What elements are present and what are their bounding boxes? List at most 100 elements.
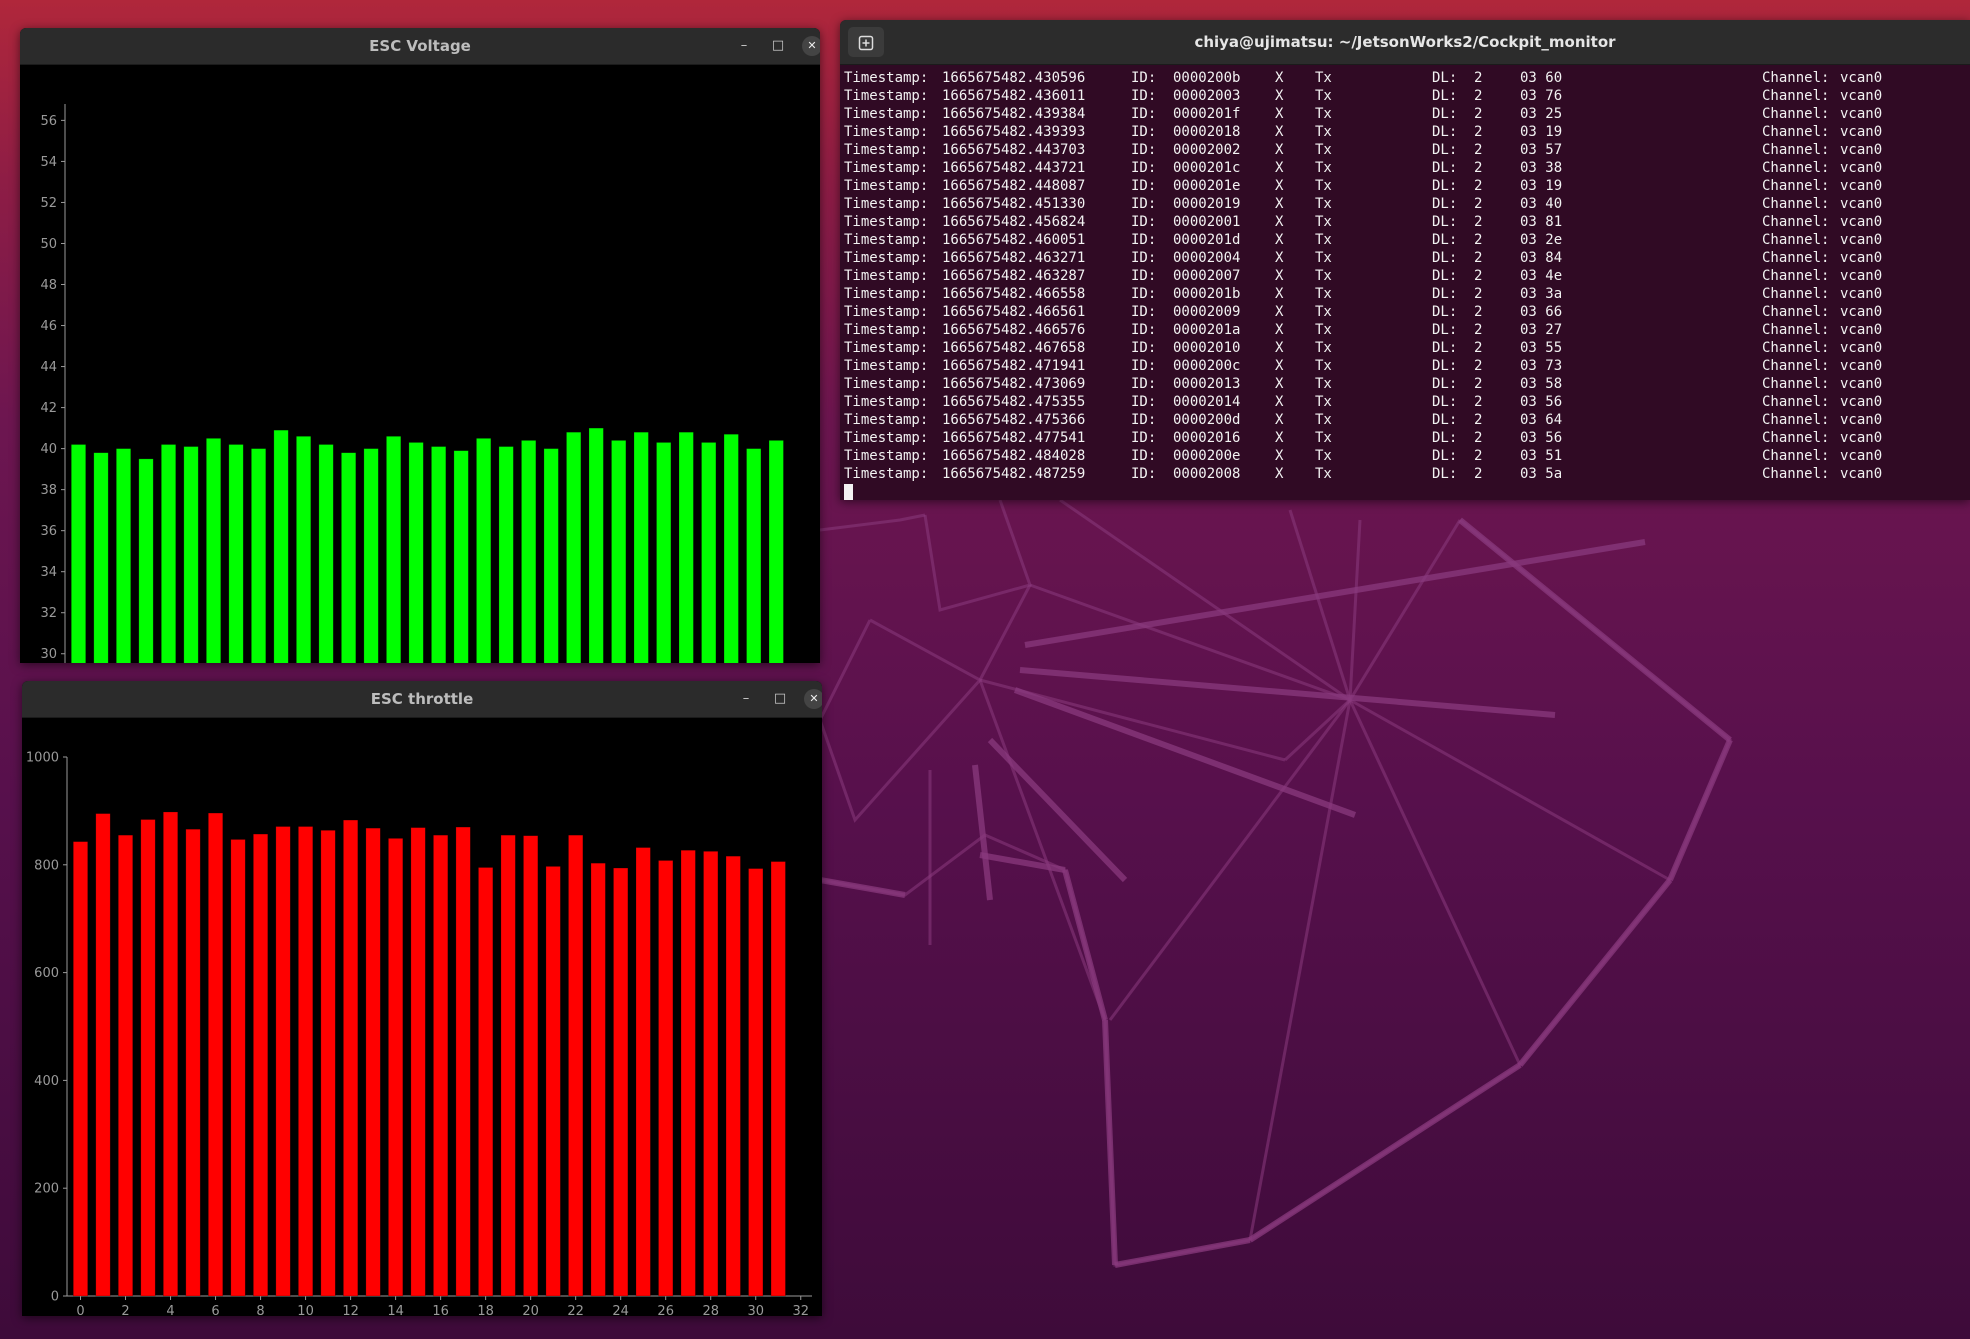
dl-value: 2 — [1474, 430, 1483, 446]
channel-label: Channel: — [1762, 340, 1830, 356]
y-tick-label: 800 — [34, 858, 59, 873]
bar — [613, 867, 629, 1297]
timestamp-value: 1665675482.439384 — [942, 106, 1086, 122]
direction-value: Tx — [1315, 124, 1332, 140]
bar — [208, 812, 224, 1297]
data-bytes: 03 40 — [1520, 196, 1563, 212]
dl-label: DL: — [1432, 142, 1458, 158]
close-button[interactable]: ✕ — [802, 36, 820, 56]
channel-value: vcan0 — [1840, 124, 1883, 140]
y-tick-label: 40 — [40, 442, 57, 457]
direction-value: Tx — [1315, 376, 1332, 392]
flag-value: X — [1275, 124, 1284, 140]
timestamp-value: 1665675482.439393 — [942, 124, 1086, 140]
x-tick-label: 14 — [387, 1304, 404, 1316]
timestamp-value: 1665675482.443721 — [942, 160, 1086, 176]
close-button[interactable]: ✕ — [804, 689, 822, 709]
id-label: ID: — [1131, 412, 1157, 428]
timestamp-value: 1665675482.473069 — [942, 376, 1086, 392]
timestamp-label: Timestamp: — [844, 376, 929, 392]
id-label: ID: — [1131, 124, 1157, 140]
direction-value: Tx — [1315, 286, 1332, 302]
bar — [343, 819, 359, 1297]
id-label: ID: — [1131, 214, 1157, 230]
terminal-line: Timestamp: 1665675482.439393 ID: 00002018 X T… — [840, 124, 1970, 142]
bar — [746, 448, 762, 663]
bar — [318, 444, 334, 663]
flag-value: X — [1275, 376, 1284, 392]
data-bytes: 03 5a — [1520, 466, 1563, 482]
direction-value: Tx — [1315, 268, 1332, 284]
flag-value: X — [1275, 268, 1284, 284]
minimize-button[interactable]: – — [734, 36, 754, 56]
timestamp-value: 1665675482.448087 — [942, 178, 1086, 194]
terminal-line: Timestamp: 1665675482.487259 ID: 00002008 X T… — [840, 466, 1970, 484]
terminal-line: Timestamp: 1665675482.475355 ID: 00002014 X T… — [840, 394, 1970, 412]
dl-label: DL: — [1432, 250, 1458, 266]
maximize-button[interactable]: □ — [768, 36, 788, 56]
data-bytes: 03 38 — [1520, 160, 1563, 176]
bar — [455, 826, 471, 1297]
terminal-window: chiya@ujimatsu: ~/JetsonWorks2/Cockpit_m… — [840, 20, 1970, 500]
channel-label: Channel: — [1762, 106, 1830, 122]
channel-label: Channel: — [1762, 448, 1830, 464]
id-value: 0000201e — [1173, 178, 1241, 194]
bar — [341, 452, 357, 663]
bar — [431, 446, 447, 663]
timestamp-label: Timestamp: — [844, 322, 929, 338]
x-tick-label: 12 — [342, 1304, 359, 1316]
y-tick-label: 1000 — [26, 751, 59, 766]
channel-label: Channel: — [1762, 376, 1830, 392]
flag-value: X — [1275, 358, 1284, 374]
terminal-line: Timestamp: 1665675482.439384 ID: 0000201f X T… — [840, 106, 1970, 124]
terminal-output[interactable]: Timestamp: 1665675482.430596 ID: 0000200b X T… — [840, 64, 1970, 500]
channel-label: Channel: — [1762, 196, 1830, 212]
channel-label: Channel: — [1762, 304, 1830, 320]
bar — [521, 440, 537, 663]
terminal-line: Timestamp: 1665675482.430596 ID: 0000200b X T… — [840, 70, 1970, 88]
dl-label: DL: — [1432, 124, 1458, 140]
y-tick-label: 30 — [40, 647, 57, 662]
channel-label: Channel: — [1762, 322, 1830, 338]
dl-value: 2 — [1474, 448, 1483, 464]
dl-label: DL: — [1432, 286, 1458, 302]
direction-value: Tx — [1315, 214, 1332, 230]
x-tick-label: 20 — [522, 1304, 539, 1316]
maximize-button[interactable]: □ — [770, 689, 790, 709]
id-value: 00002018 — [1173, 124, 1241, 140]
id-value: 00002003 — [1173, 88, 1241, 104]
bar — [590, 862, 606, 1297]
timestamp-value: 1665675482.487259 — [942, 466, 1086, 482]
id-label: ID: — [1131, 304, 1157, 320]
direction-value: Tx — [1315, 304, 1332, 320]
timestamp-label: Timestamp: — [844, 106, 929, 122]
bar — [140, 819, 156, 1297]
terminal-line: Timestamp: 1665675482.463271 ID: 00002004 X T… — [840, 250, 1970, 268]
bar — [73, 841, 89, 1297]
y-tick-label: 0 — [51, 1290, 59, 1305]
terminal-line: Timestamp: 1665675482.463287 ID: 00002007 X T… — [840, 268, 1970, 286]
dl-value: 2 — [1474, 286, 1483, 302]
bar — [545, 866, 561, 1297]
terminal-prompt-line[interactable] — [840, 484, 1970, 500]
bar — [500, 834, 516, 1297]
bar — [725, 855, 741, 1297]
id-label: ID: — [1131, 88, 1157, 104]
terminal-titlebar[interactable]: chiya@ujimatsu: ~/JetsonWorks2/Cockpit_m… — [840, 20, 1970, 65]
id-label: ID: — [1131, 394, 1157, 410]
timestamp-label: Timestamp: — [844, 88, 929, 104]
channel-value: vcan0 — [1840, 448, 1883, 464]
terminal-cursor — [844, 484, 853, 500]
terminal-line: Timestamp: 1665675482.466558 ID: 0000201b X T… — [840, 286, 1970, 304]
window-titlebar[interactable]: ESC Voltage – □ ✕ — [20, 28, 820, 65]
id-label: ID: — [1131, 358, 1157, 374]
dl-value: 2 — [1474, 466, 1483, 482]
bar — [453, 450, 469, 663]
timestamp-label: Timestamp: — [844, 394, 929, 410]
dl-value: 2 — [1474, 124, 1483, 140]
timestamp-label: Timestamp: — [844, 124, 929, 140]
dl-label: DL: — [1432, 70, 1458, 86]
minimize-button[interactable]: – — [736, 689, 756, 709]
bar — [568, 834, 584, 1297]
window-titlebar[interactable]: ESC throttle – □ ✕ — [22, 681, 822, 718]
